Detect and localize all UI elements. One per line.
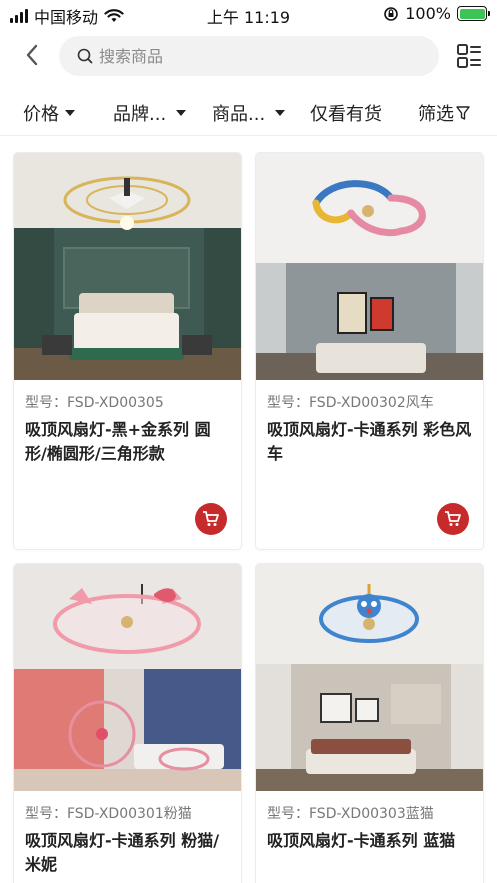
product-name: 吸顶风扇灯-卡通系列 粉猫/米妮 — [25, 831, 220, 874]
search-icon — [77, 48, 93, 64]
product-info: 型号：FSD-XD00302风车 吸顶风扇灯-卡通系列 彩色风车 — [256, 380, 483, 476]
product-model: 型号：FSD-XD00301粉猫 — [25, 806, 192, 822]
product-image — [256, 564, 483, 791]
product-image — [256, 153, 483, 380]
wifi-icon — [104, 9, 124, 22]
view-toggle-button[interactable] — [455, 42, 483, 70]
filter-price-label: 价格 — [23, 104, 59, 125]
filter-in-stock-label: 仅看有货 — [310, 104, 382, 125]
caret-down-icon — [65, 110, 75, 116]
product-image — [14, 564, 241, 791]
product-image — [14, 153, 241, 380]
status-right: 100% — [383, 4, 490, 23]
product-card[interactable]: 型号：FSD-XD00302风车 吸顶风扇灯-卡通系列 彩色风车 — [256, 153, 483, 549]
search-input[interactable] — [99, 46, 399, 66]
filter-more[interactable]: 筛选 — [418, 100, 470, 126]
filter-bar: 价格 品牌... 商品... 仅看有货 筛选 — [0, 90, 497, 136]
product-name: 吸顶风扇灯-卡通系列 蓝猫 — [267, 831, 456, 850]
filter-brand-label: 品牌... — [113, 104, 167, 125]
filter-more-label: 筛选 — [418, 104, 454, 125]
filter-brand[interactable]: 品牌... — [113, 100, 187, 126]
cart-icon — [203, 511, 219, 526]
product-name: 吸顶风扇灯-黑+金系列 圆形/椭圆形/三角形款 — [25, 420, 211, 463]
list-view-icon — [457, 44, 481, 68]
filter-price[interactable]: 价格 — [23, 100, 75, 126]
filter-in-stock[interactable]: 仅看有货 — [310, 100, 382, 126]
battery-icon — [457, 6, 490, 21]
add-to-cart-button[interactable] — [437, 503, 469, 535]
search-header — [0, 34, 497, 78]
search-bar[interactable] — [59, 36, 439, 76]
caret-down-icon — [275, 110, 286, 116]
product-name: 吸顶风扇灯-卡通系列 彩色风车 — [267, 420, 472, 463]
product-model: 型号：FSD-XD00303蓝猫 — [267, 806, 434, 822]
status-bar: 中国移动 上午 11:19 100% — [0, 0, 497, 30]
filter-icon — [456, 106, 470, 120]
back-button[interactable] — [18, 40, 46, 70]
product-info: 型号：FSD-XD00301粉猫 吸顶风扇灯-卡通系列 粉猫/米妮 — [14, 791, 241, 883]
chevron-left-icon — [26, 44, 38, 66]
status-left: 中国移动 — [10, 4, 124, 28]
filter-category[interactable]: 商品... — [212, 100, 286, 126]
product-model: 型号：FSD-XD00302风车 — [267, 395, 434, 411]
filter-category-label: 商品... — [212, 104, 266, 125]
orientation-lock-icon — [384, 6, 399, 21]
product-model: 型号：FSD-XD00305 — [25, 395, 164, 411]
battery-percent: 100% — [405, 4, 451, 23]
carrier-label: 中国移动 — [34, 8, 99, 27]
product-card[interactable]: 型号：FSD-XD00305 吸顶风扇灯-黑+金系列 圆形/椭圆形/三角形款 — [14, 153, 241, 549]
caret-down-icon — [176, 110, 187, 116]
product-card[interactable]: 型号：FSD-XD00303蓝猫 吸顶风扇灯-卡通系列 蓝猫 — [256, 564, 483, 883]
product-info: 型号：FSD-XD00303蓝猫 吸顶风扇灯-卡通系列 蓝猫 — [256, 791, 483, 863]
signal-icon — [10, 9, 28, 23]
product-info: 型号：FSD-XD00305 吸顶风扇灯-黑+金系列 圆形/椭圆形/三角形款 — [14, 380, 241, 476]
add-to-cart-button[interactable] — [195, 503, 227, 535]
cart-icon — [445, 511, 461, 526]
product-card[interactable]: 型号：FSD-XD00301粉猫 吸顶风扇灯-卡通系列 粉猫/米妮 — [14, 564, 241, 883]
